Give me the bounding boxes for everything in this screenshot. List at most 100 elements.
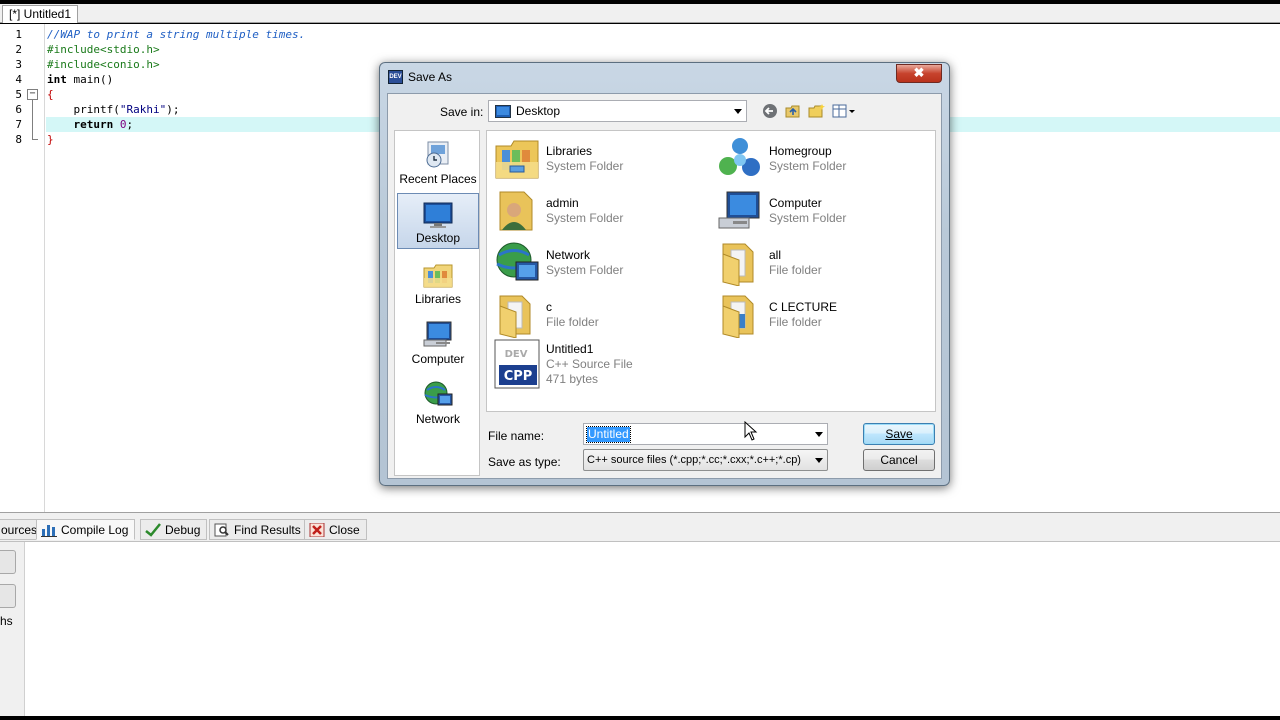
file-item-homegroup[interactable]: Homegroup System Folder [717, 135, 846, 183]
file-name-combobox[interactable] [583, 423, 828, 445]
place-label: Network [415, 412, 460, 426]
libraries-icon [423, 264, 453, 288]
cancel-button[interactable]: Cancel [863, 449, 935, 471]
mouse-cursor-icon [744, 421, 758, 441]
place-label: Recent Places [399, 172, 477, 186]
tab-label: Compile Log [61, 522, 129, 537]
bottom-border [0, 716, 1280, 720]
check-icon [145, 522, 161, 537]
save-in-value: Desktop [516, 104, 561, 118]
save-as-dialog: DEV Save As ✖ Save in: Desktop Recent Pl… [379, 62, 950, 486]
panel-tab-bar: ources Compile Log Debug Find Results Cl… [0, 519, 1280, 541]
tab-compile-log[interactable]: Compile Log [36, 519, 136, 540]
file-size: 471 bytes [546, 371, 599, 386]
file-name: Libraries [546, 144, 593, 158]
back-icon[interactable] [761, 103, 779, 119]
find-icon [214, 523, 229, 536]
file-item-admin[interactable]: admin System Folder [494, 187, 623, 235]
bottom-panel: ources Compile Log Debug Find Results Cl… [0, 512, 1280, 718]
fold-toggle[interactable]: − [27, 89, 38, 100]
place-computer[interactable]: Computer [397, 313, 479, 369]
line-number: 5 [15, 88, 22, 101]
file-text: all File folder [769, 248, 822, 278]
dev-app-icon: DEV [388, 70, 403, 84]
homegroup-icon [719, 138, 760, 176]
file-name: Computer [769, 196, 822, 210]
chevron-down-icon[interactable] [815, 432, 823, 437]
file-name-label: File name: [488, 429, 545, 443]
dialog-title-bar[interactable]: DEV Save As ✖ [380, 63, 949, 91]
file-name: Homegroup [769, 144, 832, 158]
line-number-gutter: 1 2 3 4 5 6 7 8 − [0, 24, 45, 512]
place-libraries[interactable]: Libraries [397, 253, 479, 309]
tab-debug[interactable]: Debug [140, 519, 208, 540]
new-folder-icon[interactable] [808, 103, 826, 119]
place-label: Libraries [414, 292, 462, 306]
tab-close[interactable]: Close [304, 519, 367, 540]
save-button[interactable]: Save [863, 423, 935, 445]
file-type: File folder [546, 315, 599, 329]
file-text: Untitled1 C++ Source File 471 bytes [546, 342, 633, 387]
file-item-computer[interactable]: Computer System Folder [717, 187, 846, 235]
file-type: File folder [769, 315, 822, 329]
close-button[interactable]: ✖ [896, 64, 942, 83]
keyword: return [47, 118, 114, 131]
place-network[interactable]: Network [397, 373, 479, 429]
desktop-icon [423, 202, 453, 228]
side-button[interactable] [0, 584, 16, 608]
dialog-body: Save in: Desktop Recent Places Desktop L… [387, 93, 942, 479]
file-item-c-lecture[interactable]: C LECTURE File folder [717, 291, 837, 339]
place-desktop[interactable]: Desktop [397, 193, 479, 249]
side-button[interactable] [0, 550, 16, 574]
file-item-untitled1[interactable]: DEV CPP Untitled1 C++ Source File 471 bytes [494, 335, 633, 393]
up-folder-icon[interactable] [784, 103, 802, 119]
save-in-label: Save in: [440, 105, 484, 119]
folder-icon [722, 295, 754, 338]
save-as-type-value: C++ source files (*.cpp;*.cc;*.cxx;*.c++… [587, 454, 801, 466]
folder-icon [499, 295, 531, 338]
tab-find-results[interactable]: Find Results [209, 519, 308, 540]
side-label: hs [0, 614, 13, 628]
file-name: admin [546, 196, 579, 210]
save-button-label: Save [885, 427, 913, 441]
file-text: Homegroup System Folder [769, 144, 846, 174]
file-type: System Folder [546, 263, 624, 277]
file-item-c[interactable]: c File folder [494, 291, 599, 339]
code-line-6: printf("Rakhi"); [47, 102, 179, 117]
file-name: C LECTURE [769, 300, 838, 314]
chevron-down-icon [734, 109, 742, 114]
code-text: ; [126, 118, 134, 131]
string-literal: "Rakhi" [119, 103, 167, 116]
close-x-icon [309, 522, 325, 537]
file-name: Untitled1 [546, 341, 594, 356]
place-label: Desktop [415, 231, 461, 245]
line-number: 6 [15, 103, 22, 116]
tab-label: [*] Untitled1 [9, 7, 72, 21]
save-in-dropdown[interactable]: Desktop [488, 100, 747, 122]
file-text: c File folder [546, 300, 599, 330]
fold-line [32, 100, 33, 139]
code-line-7: return 0; [47, 117, 133, 132]
file-type: C++ Source File [546, 356, 633, 371]
line-number: 2 [15, 43, 22, 56]
file-item-network[interactable]: Network System Folder [494, 239, 623, 287]
recent-places-icon [426, 141, 449, 168]
code-text: printf( [47, 103, 120, 116]
file-type: System Folder [546, 211, 624, 225]
file-item-libraries[interactable]: Libraries System Folder [494, 135, 623, 183]
tab-untitled1[interactable]: [*] Untitled1 [2, 5, 79, 23]
file-name: Network [546, 248, 591, 262]
desktop-icon [495, 104, 511, 118]
file-item-all[interactable]: all File folder [717, 239, 822, 287]
file-name-input[interactable] [586, 426, 631, 443]
computer-icon [718, 191, 760, 229]
file-type: File folder [769, 263, 822, 277]
editor-tab-bar: [*] Untitled1 [0, 4, 1280, 23]
code-line-4: int main() [47, 72, 113, 87]
bar-chart-icon [41, 524, 57, 537]
place-recent-places[interactable]: Recent Places [397, 133, 479, 189]
code-line-5: { [47, 88, 54, 101]
view-menu-icon[interactable] [832, 103, 856, 119]
save-as-type-select[interactable]: C++ source files (*.cpp;*.cc;*.cxx;*.c++… [583, 449, 828, 471]
